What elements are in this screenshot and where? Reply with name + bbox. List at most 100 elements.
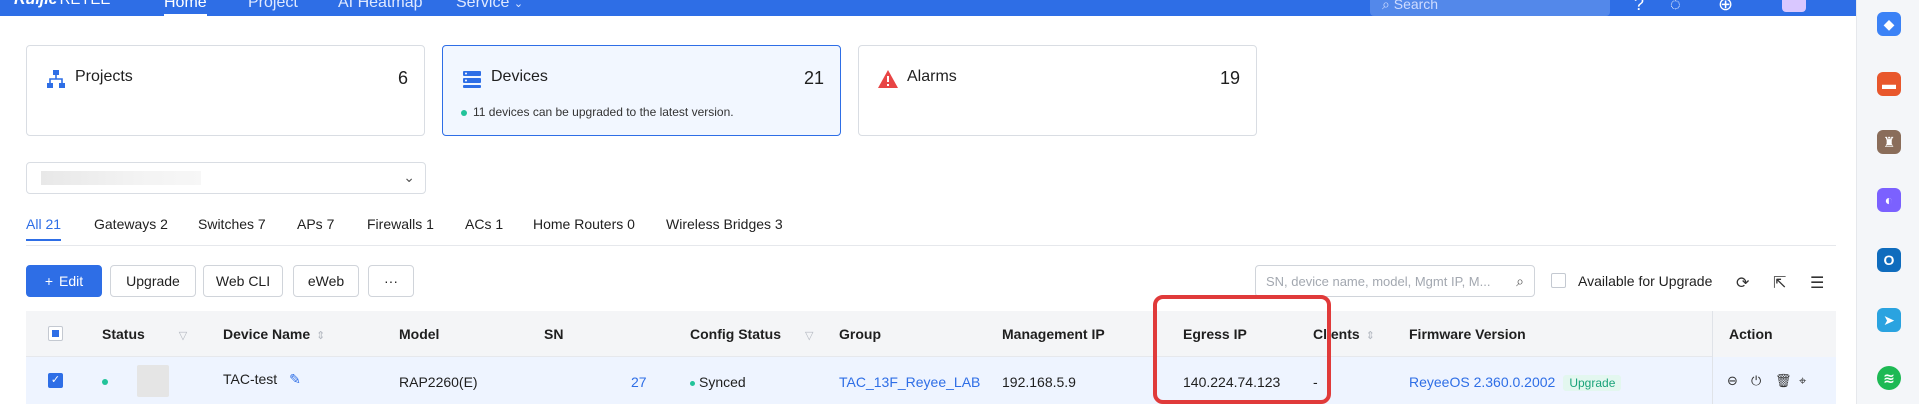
col-status[interactable]: Status ▽ [102, 326, 187, 342]
upgrade-notice: 11 devices can be upgraded to the latest… [461, 105, 734, 119]
nav-service[interactable]: Service ⌄ [456, 0, 523, 12]
clients-cell: - [1313, 374, 1318, 390]
nav-service-label: Service [456, 0, 510, 11]
brand-sub: REYEE [60, 0, 111, 8]
upgrade-button[interactable]: Upgrade [110, 265, 196, 297]
nav-home[interactable]: Home [164, 0, 207, 16]
card-projects[interactable]: Projects 6 [26, 45, 425, 136]
tab-all[interactable]: All 21 [26, 216, 62, 241]
web-cli-button[interactable]: Web CLI [203, 265, 283, 297]
brand-logo[interactable]: RuijieREYEE [14, 0, 110, 9]
card-alarms[interactable]: Alarms 19 [858, 45, 1257, 136]
available-upgrade-checkbox[interactable] [1551, 273, 1566, 288]
device-search-input[interactable]: SN, device name, model, Mgmt IP, M... ⌕ [1255, 265, 1535, 297]
nav-search-input[interactable]: ⌕ Search [1370, 0, 1610, 16]
row-checkbox[interactable]: ✓ [48, 373, 63, 388]
tab-acs[interactable]: ACs 1 [465, 216, 503, 232]
export-icon[interactable]: ⇱ [1773, 273, 1786, 293]
col-clients-label: Clients [1313, 326, 1360, 342]
location-pin-icon[interactable]: ⌖ [1799, 373, 1806, 389]
edit-pencil-icon[interactable]: ✎ [289, 371, 301, 387]
top-nav: RuijieREYEE Home Project AI Heatmap Serv… [0, 0, 1856, 16]
user-avatar[interactable] [1782, 0, 1806, 12]
device-search-placeholder: SN, device name, model, Mgmt IP, M... [1266, 274, 1491, 289]
telegram-icon[interactable]: ➤ [1877, 308, 1901, 332]
more-button[interactable]: ··· [368, 265, 414, 297]
chevron-down-icon: ⌄ [403, 169, 415, 185]
project-select[interactable]: ⌄ [26, 162, 426, 194]
available-upgrade-label: Available for Upgrade [1578, 273, 1713, 289]
spotify-icon[interactable]: ≋ [1877, 366, 1901, 390]
device-name: TAC-test [223, 371, 278, 387]
online-status-dot [102, 379, 108, 385]
search-icon: ⌕ [1382, 0, 1390, 12]
status-dot [690, 380, 695, 386]
copilot-icon[interactable]: ◐ [1877, 188, 1901, 212]
group-cell[interactable]: TAC_13F_Reyee_LAB [839, 374, 980, 390]
col-group: Group [839, 326, 881, 342]
col-clients[interactable]: Clients ⇕ [1313, 326, 1375, 342]
egress-ip-cell: 140.224.74.123 [1183, 374, 1281, 390]
card-projects-title: Projects [75, 68, 133, 85]
zoom-out-icon[interactable]: ⊖ [1727, 373, 1738, 389]
toolbox-icon[interactable]: ▬ [1877, 72, 1901, 96]
table-row[interactable]: ✓ TAC-test ✎ RAP2260(E) 27 Synced TAC_13… [26, 357, 1836, 404]
eweb-button[interactable]: eWeb [293, 265, 359, 297]
app-root: RuijieREYEE Home Project AI Heatmap Serv… [0, 0, 1919, 404]
firmware-version-link[interactable]: ReyeeOS 2.360.0.2002 [1409, 374, 1555, 390]
sort-icon: ⇕ [316, 330, 326, 342]
status-dot [461, 109, 467, 116]
outlook-icon[interactable]: O [1877, 248, 1901, 272]
upgrade-badge[interactable]: Upgrade [1563, 375, 1622, 391]
card-devices[interactable]: Devices 21 11 devices can be upgraded to… [442, 45, 841, 136]
help-icon[interactable]: ? [1634, 0, 1644, 15]
filter-icon[interactable]: ▽ [179, 330, 187, 342]
brand-name: Ruijie [14, 0, 58, 8]
tab-home-routers[interactable]: Home Routers 0 [533, 216, 635, 232]
tab-switches[interactable]: Switches 7 [198, 216, 266, 232]
power-icon[interactable]: ⏻ [1751, 373, 1761, 389]
nav-ai-heatmap[interactable]: AI Heatmap [338, 0, 422, 12]
plus-icon: + [44, 273, 54, 289]
col-config-status-label: Config Status [690, 326, 781, 342]
redacted-value [41, 171, 201, 185]
chess-icon[interactable]: ♜ [1877, 130, 1901, 154]
main-content: Projects 6 Devices 21 11 devices can be … [0, 16, 1856, 404]
model-cell: RAP2260(E) [399, 374, 478, 390]
table-header: Status ▽ Device Name ⇕ Model SN Config Sta… [26, 311, 1836, 357]
row-action-cell: ⊖ ⏻ 🗑 ⌖ [1712, 357, 1836, 404]
card-projects-count: 6 [397, 68, 408, 88]
server-icon [463, 71, 481, 88]
management-ip-cell: 192.168.5.9 [1002, 374, 1076, 390]
card-devices-title: Devices [491, 68, 548, 85]
refresh-icon[interactable]: ⟳ [1736, 273, 1749, 293]
col-model: Model [399, 326, 440, 342]
upgrade-notice-text: 11 devices can be upgraded to the latest… [473, 105, 734, 119]
col-config-status[interactable]: Config Status ▽ [690, 326, 813, 342]
tab-gateways[interactable]: Gateways 2 [94, 216, 168, 232]
sort-icon: ⇕ [1365, 330, 1375, 342]
col-sn: SN [544, 326, 564, 342]
trash-icon[interactable]: 🗑 [1775, 373, 1792, 389]
device-type-tabs: All 21 Gateways 2 Switches 7 APs 7 Firew… [26, 216, 1836, 246]
card-alarms-title: Alarms [907, 68, 957, 85]
nav-project[interactable]: Project [248, 0, 298, 12]
config-status-cell: Synced [690, 374, 746, 390]
warning-icon [878, 70, 898, 88]
language-icon[interactable]: ⊕ [1718, 0, 1733, 15]
tab-firewalls[interactable]: Firewalls 1 [367, 216, 434, 232]
col-egress-ip: Egress IP [1183, 326, 1247, 342]
right-app-rail: ◆ ▬ ♜ ◐ O ➤ ≋ [1856, 0, 1919, 404]
select-all-checkbox[interactable] [48, 326, 63, 341]
sn-cell[interactable]: 27 [631, 374, 647, 390]
col-management-ip: Management IP [1002, 326, 1105, 342]
tab-wireless-bridges[interactable]: Wireless Bridges 3 [666, 216, 783, 232]
edit-button[interactable]: + Edit [26, 265, 102, 297]
filter-icon[interactable]: ▽ [805, 330, 813, 342]
tab-aps[interactable]: APs 7 [297, 216, 334, 232]
message-icon[interactable]: ◌ [1670, 0, 1681, 15]
col-device-name[interactable]: Device Name ⇕ [223, 326, 325, 342]
tag-icon[interactable]: ◆ [1877, 12, 1901, 36]
column-settings-icon[interactable]: ☰ [1810, 273, 1824, 293]
config-status-text: Synced [699, 374, 746, 390]
